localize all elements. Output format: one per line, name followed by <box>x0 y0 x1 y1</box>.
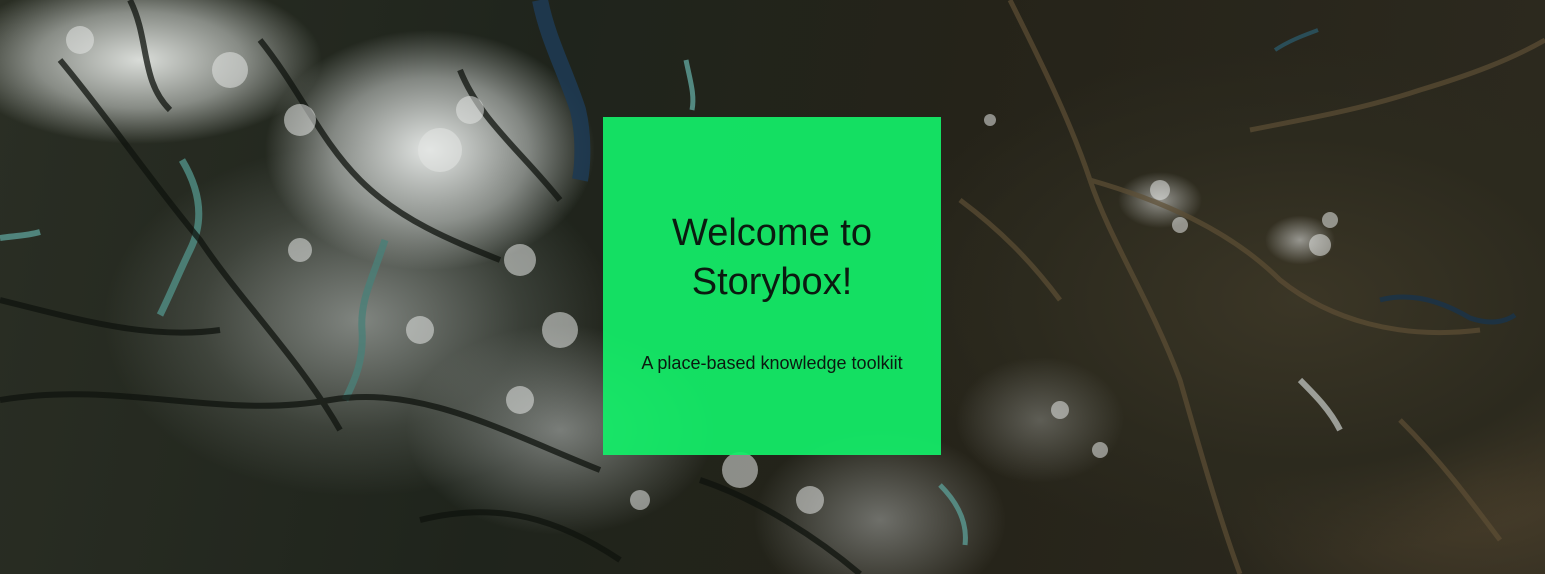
welcome-title: Welcome to Storybox! <box>672 211 872 303</box>
welcome-card: Welcome to Storybox! A place-based knowl… <box>603 117 941 455</box>
welcome-subtitle: A place-based knowledge toolkiit <box>641 352 903 373</box>
hero-satellite-background: Welcome to Storybox! A place-based knowl… <box>0 0 1545 574</box>
